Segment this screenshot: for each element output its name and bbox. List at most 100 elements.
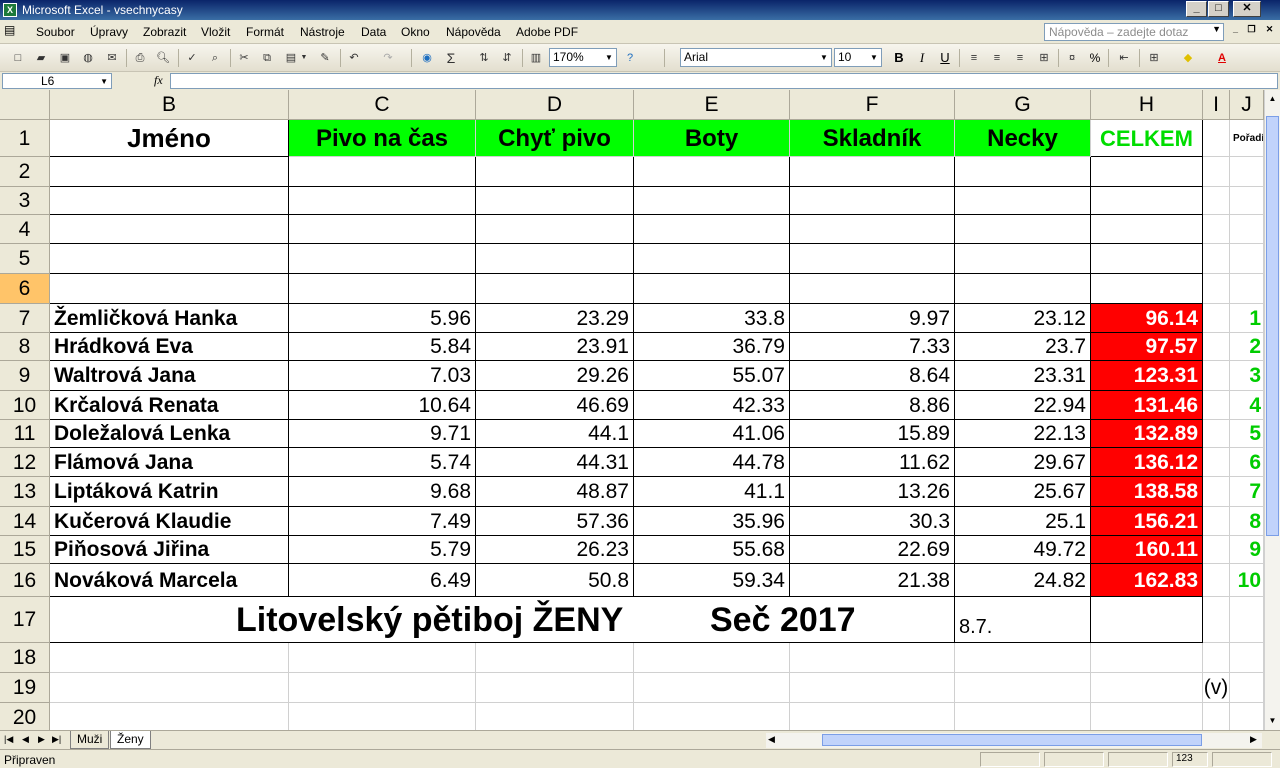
menu-format[interactable]: Formát xyxy=(246,25,284,39)
total-cell[interactable]: 156.21 xyxy=(1091,507,1203,536)
borders-icon[interactable]: ⊞ xyxy=(1146,50,1162,66)
total-cell[interactable]: 97.57 xyxy=(1091,333,1203,361)
align-center-icon[interactable]: ≡ xyxy=(989,50,1005,66)
competitor-name[interactable]: Waltrová Jana xyxy=(50,361,289,391)
score-cell[interactable]: 5.96 xyxy=(289,304,476,333)
cell[interactable] xyxy=(955,643,1091,673)
score-cell[interactable]: 22.94 xyxy=(955,391,1091,420)
score-cell[interactable]: 30.3 xyxy=(790,507,955,536)
cell[interactable] xyxy=(790,673,955,703)
cell[interactable] xyxy=(790,643,955,673)
tab-muzi[interactable]: Muži xyxy=(70,731,110,749)
score-cell[interactable]: 59.34 xyxy=(634,564,790,597)
column-header-i[interactable]: I xyxy=(1203,90,1230,120)
empty-cell[interactable] xyxy=(955,187,1091,215)
vertical-scrollbar[interactable]: ▲ ▼ xyxy=(1264,90,1280,730)
empty-cell[interactable] xyxy=(1091,597,1203,643)
select-all-corner[interactable] xyxy=(0,90,50,120)
menu-nastroje[interactable]: Nástroje xyxy=(300,25,345,39)
cell[interactable] xyxy=(1203,597,1230,643)
competitor-name[interactable]: Hrádková Eva xyxy=(50,333,289,361)
score-cell[interactable]: 6.49 xyxy=(289,564,476,597)
score-cell[interactable]: 23.12 xyxy=(955,304,1091,333)
cell[interactable] xyxy=(476,643,634,673)
rank-cell[interactable]: 6 xyxy=(1230,448,1264,477)
score-cell[interactable]: 44.1 xyxy=(476,420,634,448)
help-search-input[interactable]: Nápověda – zadejte dotaz ▼ xyxy=(1044,23,1224,41)
font-select[interactable]: Arial ▼ xyxy=(680,48,832,67)
chevron-down-icon[interactable]: ▼ xyxy=(818,49,830,66)
empty-cell[interactable] xyxy=(289,187,476,215)
competitor-name[interactable]: Flámová Jana xyxy=(50,448,289,477)
score-cell[interactable]: 49.72 xyxy=(955,536,1091,564)
empty-cell[interactable] xyxy=(634,187,790,215)
scroll-down-icon[interactable]: ▼ xyxy=(1266,714,1279,728)
empty-cell[interactable] xyxy=(50,187,289,215)
header-rank[interactable]: Pořadí xyxy=(1230,120,1264,157)
score-cell[interactable]: 55.07 xyxy=(634,361,790,391)
score-cell[interactable]: 44.78 xyxy=(634,448,790,477)
column-header-b[interactable]: B xyxy=(50,90,289,120)
fill-color-icon[interactable]: ◆ xyxy=(1180,50,1196,66)
total-cell[interactable]: 132.89 xyxy=(1091,420,1203,448)
score-cell[interactable]: 33.8 xyxy=(634,304,790,333)
row-header-11[interactable]: 11 xyxy=(0,420,50,448)
cell[interactable] xyxy=(1203,703,1230,730)
score-cell[interactable]: 10.64 xyxy=(289,391,476,420)
empty-cell[interactable] xyxy=(476,157,634,187)
first-sheet-icon[interactable]: |◀ xyxy=(4,734,13,745)
score-cell[interactable]: 13.26 xyxy=(790,477,955,507)
score-cell[interactable]: 23.91 xyxy=(476,333,634,361)
document-icon[interactable]: ▤ xyxy=(4,23,15,37)
score-cell[interactable]: 57.36 xyxy=(476,507,634,536)
menu-upravy[interactable]: Úpravy xyxy=(90,25,128,39)
bold-button[interactable]: B xyxy=(891,50,907,66)
cell[interactable] xyxy=(1230,597,1264,643)
cell[interactable] xyxy=(1203,536,1230,564)
column-header-f[interactable]: F xyxy=(790,90,955,120)
row-header-20[interactable]: 20 xyxy=(0,703,50,730)
cell[interactable] xyxy=(1203,304,1230,333)
empty-cell[interactable] xyxy=(790,215,955,244)
competitor-name[interactable]: Žemličková Hanka xyxy=(50,304,289,333)
empty-cell[interactable] xyxy=(50,215,289,244)
row-header-18[interactable]: 18 xyxy=(0,643,50,673)
rank-cell[interactable]: 5 xyxy=(1230,420,1264,448)
empty-cell[interactable] xyxy=(289,157,476,187)
score-cell[interactable]: 9.71 xyxy=(289,420,476,448)
column-header-j[interactable]: J xyxy=(1230,90,1264,120)
scroll-up-icon[interactable]: ▲ xyxy=(1266,92,1279,106)
header-event[interactable]: Necky xyxy=(955,120,1091,157)
score-cell[interactable]: 23.7 xyxy=(955,333,1091,361)
empty-cell[interactable] xyxy=(1091,157,1203,187)
footer-date[interactable]: 8.7. xyxy=(955,597,1091,643)
empty-cell[interactable] xyxy=(955,274,1091,304)
competitor-name[interactable]: Kučerová Klaudie xyxy=(50,507,289,536)
cell[interactable] xyxy=(1203,274,1230,304)
row-header-8[interactable]: 8 xyxy=(0,333,50,361)
score-cell[interactable]: 7.33 xyxy=(790,333,955,361)
empty-cell[interactable] xyxy=(289,244,476,274)
score-cell[interactable]: 15.89 xyxy=(790,420,955,448)
empty-cell[interactable] xyxy=(634,215,790,244)
cell[interactable] xyxy=(955,703,1091,730)
competitor-name[interactable]: Doležalová Lenka xyxy=(50,420,289,448)
scroll-right-icon[interactable]: ▶ xyxy=(1250,734,1257,745)
cell[interactable] xyxy=(1203,157,1230,187)
undo-icon[interactable]: ↶ xyxy=(346,50,362,66)
row-header-4[interactable]: 4 xyxy=(0,215,50,244)
save-icon[interactable]: ▣ xyxy=(57,50,73,66)
italic-button[interactable]: I xyxy=(914,50,930,66)
paste-icon[interactable]: ▤ xyxy=(283,50,299,66)
header-event[interactable]: Skladník xyxy=(790,120,955,157)
horizontal-scrollbar[interactable]: ◀ ▶ xyxy=(766,733,1262,748)
rank-cell[interactable]: 9 xyxy=(1230,536,1264,564)
empty-cell[interactable] xyxy=(50,244,289,274)
chart-wizard-icon[interactable]: ▥ xyxy=(528,50,544,66)
score-cell[interactable]: 50.8 xyxy=(476,564,634,597)
total-cell[interactable]: 123.31 xyxy=(1091,361,1203,391)
help-icon[interactable]: ? xyxy=(622,50,638,66)
score-cell[interactable]: 5.84 xyxy=(289,333,476,361)
score-cell[interactable]: 36.79 xyxy=(634,333,790,361)
cell[interactable] xyxy=(955,673,1091,703)
